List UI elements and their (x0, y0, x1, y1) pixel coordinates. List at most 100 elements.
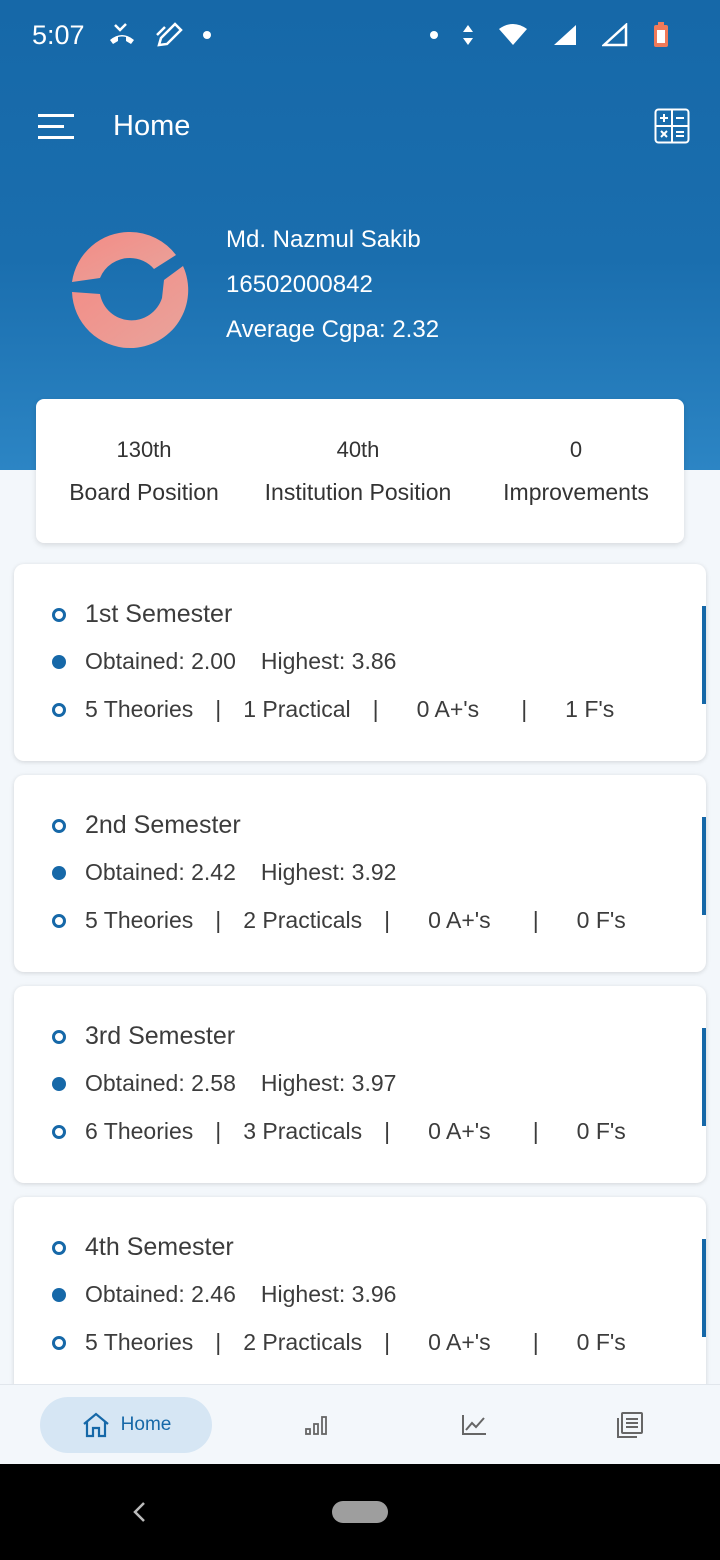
back-button[interactable] (126, 1498, 154, 1526)
separator: | (372, 696, 379, 722)
practicals-count: 1 Practical (243, 696, 351, 722)
bar-chart-icon (305, 1416, 327, 1435)
article-icon (617, 1412, 643, 1438)
gpa-row: Obtained: 2.46 Highest: 3.96 (52, 1281, 396, 1308)
nav-stats-tab[interactable] (287, 1385, 347, 1465)
student-name: Md. Nazmul Sakib (226, 226, 421, 253)
stat-value: 0 (569, 437, 583, 462)
fail-count: 0 F's (576, 907, 626, 933)
fail-count: 0 F's (576, 1118, 626, 1144)
obtained-gpa: Obtained: 2.42 (85, 859, 236, 885)
status-time: 5:07 (32, 19, 85, 50)
student-id: 16502000842 (226, 271, 373, 298)
nav-trend-tab[interactable] (444, 1385, 504, 1465)
status-bar: 5:07 (0, 0, 720, 70)
theories-count: 6 Theories (85, 1118, 194, 1144)
system-navigation-bar (0, 1464, 720, 1560)
card-accent-bar (702, 817, 706, 915)
nav-home-label: Home (120, 1414, 172, 1435)
position-stats-card: 130th Board Position 40th Institution Po… (36, 399, 684, 543)
ring-bullet-icon (52, 913, 66, 928)
aplus-count: 0 A+'s (416, 696, 480, 722)
summary-row: 5 Theories | 1 Practical | 0 A+'s | 1 F's (52, 696, 614, 723)
semester-card-2[interactable]: 2nd Semester Obtained: 2.42 Highest: 3.92… (14, 775, 706, 972)
card-accent-bar (702, 1239, 706, 1337)
missed-call-icon (107, 22, 137, 48)
practicals-count: 2 Practicals (243, 1329, 363, 1355)
wifi-icon (498, 23, 528, 47)
dot-bullet-icon (52, 1287, 66, 1302)
summary-row: 5 Theories | 2 Practicals | 0 A+'s | 0 F's (52, 1329, 626, 1356)
ring-bullet-icon (52, 1335, 66, 1350)
average-cgpa: Average Cgpa: 2.32 (226, 316, 440, 343)
calculator-button[interactable] (654, 108, 690, 144)
semester-title-row: 1st Semester (52, 600, 232, 629)
semester-title-row: 4th Semester (52, 1233, 234, 1262)
semester-title: 3rd Semester (85, 1022, 236, 1050)
ring-bullet-icon (52, 1029, 66, 1044)
semester-card-3[interactable]: 3rd Semester Obtained: 2.58 Highest: 3.97… (14, 986, 706, 1183)
gpa-row: Obtained: 2.58 Highest: 3.97 (52, 1070, 396, 1097)
stat-value: 130th (116, 437, 172, 462)
ring-bullet-icon (52, 607, 66, 622)
home-gesture-pill[interactable] (332, 1501, 388, 1523)
card-accent-bar (702, 606, 706, 704)
stat-label: Improvements (503, 479, 649, 505)
pen-icon (155, 21, 185, 49)
semester-card-4[interactable]: 4th Semester Obtained: 2.46 Highest: 3.96… (14, 1197, 706, 1394)
separator: | (521, 696, 528, 722)
theories-count: 5 Theories (85, 1329, 194, 1355)
highest-gpa: Highest: 3.86 (260, 648, 397, 674)
fail-count: 0 F's (576, 1329, 626, 1355)
semester-title-row: 2nd Semester (52, 811, 241, 840)
dot-bullet-icon (52, 1076, 66, 1091)
line-chart-icon (462, 1415, 486, 1435)
separator: | (215, 1118, 222, 1144)
notification-dot-icon (430, 31, 438, 39)
nav-home-tab[interactable]: Home (40, 1397, 212, 1453)
bottom-navigation: Home (0, 1384, 720, 1464)
ring-bullet-icon (52, 1240, 66, 1255)
separator: | (215, 696, 222, 722)
semester-card-1[interactable]: 1st Semester Obtained: 2.00 Highest: 3.86… (14, 564, 706, 761)
profile-logo (66, 226, 194, 354)
battery-icon (652, 21, 670, 49)
stat-value: 40th (336, 437, 380, 462)
practicals-count: 3 Practicals (243, 1118, 363, 1144)
separator: | (215, 1329, 222, 1355)
separator: | (532, 907, 539, 933)
summary-row: 5 Theories | 2 Practicals | 0 A+'s | 0 F's (52, 907, 626, 934)
aplus-count: 0 A+'s (428, 1118, 491, 1144)
highest-gpa: Highest: 3.92 (260, 859, 397, 885)
app-bar: Home (0, 92, 720, 164)
stat-label: Board Position (69, 479, 219, 505)
summary-row: 6 Theories | 3 Practicals | 0 A+'s | 0 F's (52, 1118, 626, 1145)
theories-count: 5 Theories (85, 696, 194, 722)
obtained-gpa: Obtained: 2.46 (85, 1281, 236, 1307)
dot-bullet-icon (52, 865, 66, 880)
obtained-gpa: Obtained: 2.58 (85, 1070, 236, 1096)
nav-records-tab[interactable] (600, 1385, 660, 1465)
aplus-count: 0 A+'s (428, 1329, 491, 1355)
dot-bullet-icon (52, 654, 66, 669)
fail-count: 1 F's (565, 696, 615, 722)
signal-icon (552, 23, 578, 47)
back-chevron-icon (133, 1502, 145, 1522)
separator: | (532, 1118, 539, 1144)
signal-icon (602, 23, 628, 47)
separator: | (384, 1118, 391, 1144)
menu-button[interactable] (36, 110, 76, 144)
semester-title-row: 3rd Semester (52, 1022, 235, 1051)
ring-bullet-icon (52, 702, 66, 717)
obtained-gpa: Obtained: 2.00 (85, 648, 236, 674)
profile-info: Md. Nazmul Sakib 16502000842 Average Cgp… (226, 228, 439, 363)
semester-title: 1st Semester (85, 600, 233, 628)
notification-dot-icon (202, 31, 211, 39)
improvements-stat: 0 Improvements (478, 437, 674, 505)
board-position-stat: 130th Board Position (46, 437, 242, 505)
institution-position-stat: 40th Institution Position (248, 437, 468, 505)
separator: | (384, 907, 391, 933)
home-icon (82, 1412, 109, 1438)
theories-count: 5 Theories (85, 907, 194, 933)
practicals-count: 2 Practicals (243, 907, 363, 933)
